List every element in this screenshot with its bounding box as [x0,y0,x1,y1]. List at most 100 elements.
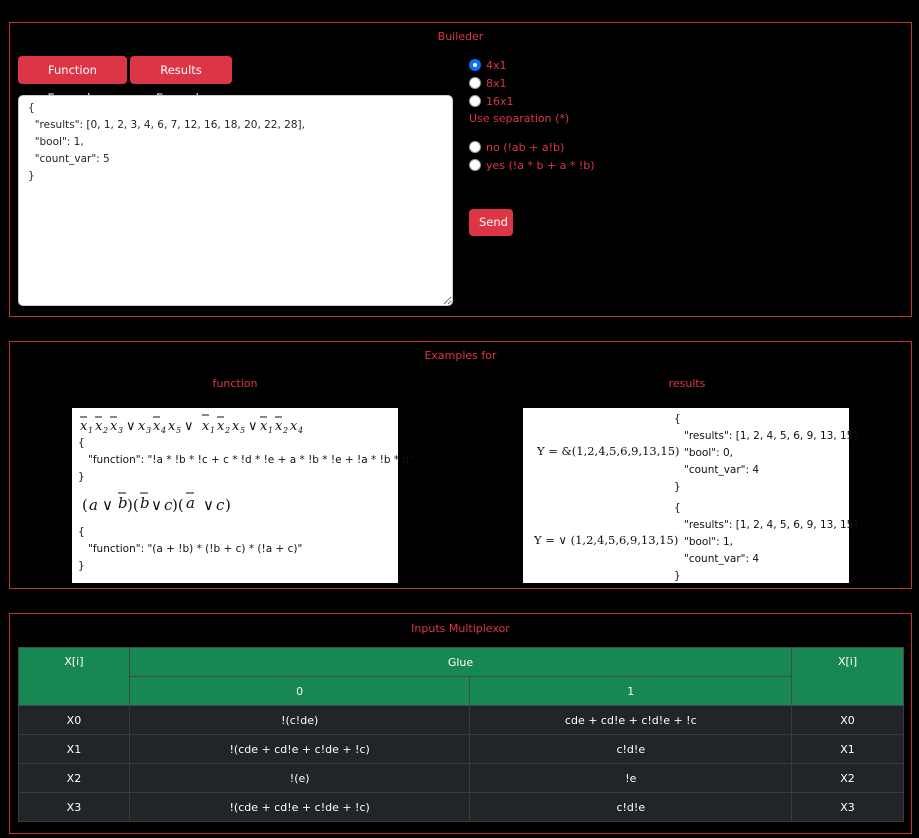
function-code-2: { "function": "(a + !b) * (!b + c) * (!a… [78,526,303,572]
svg-text:∨: ∨ [126,419,136,434]
results-code-1: { "results": [1, 2, 4, 5, 6, 9, 13, 15],… [674,413,861,493]
examples-title: Examples for [424,349,497,362]
svg-text:1: 1 [210,426,215,435]
json-editor[interactable]: { "results": [0, 1, 2, 3, 4, 6, 7, 12, 1… [18,95,453,306]
svg-text:4: 4 [297,426,303,435]
radio-16x1[interactable] [469,95,481,107]
table-cell: X0 [18,705,130,735]
function-example-button[interactable]: Function Example [18,56,127,105]
table-cell: !(c!de) [128,705,471,735]
builder-panel: Buileder Function Example Results Exampl… [9,22,912,317]
send-button[interactable]: Send [469,209,513,236]
mux-table: X[i] Glue X[i] 0 1 X0 !(c!de) cde + cd!e… [18,647,904,822]
table-cell: X0 [791,705,904,735]
svg-text:(: ( [82,496,88,514]
svg-text:x: x [153,419,161,434]
svg-text:x: x [95,419,103,434]
examples-panel: Examples for function results x1 x2 x3 ∨… [9,341,912,589]
function-formula-1: x1 x2 x3 ∨ x3 x4 x5 ∨ x1 x2 x5 ∨ x1 x2 x… [78,413,318,435]
svg-text:c: c [216,496,225,514]
separation-option-no[interactable]: no (!ab + a!b) [469,139,564,155]
table-cell: X1 [18,734,130,764]
svg-text:x: x [168,419,176,434]
svg-text:a: a [89,496,98,514]
table-cell: !(cde + cd!e + c!de + !c) [128,734,471,764]
svg-text:1: 1 [88,426,93,435]
results-example-image: Y = &(1,2,4,5,6,9,13,15) { "results": [1… [523,408,861,583]
builder-title: Buileder [437,30,484,43]
svg-text:x: x [290,419,298,434]
separation-label: Use separation (*) [469,112,570,125]
mux-title: Inputs Multiplexor [411,622,510,635]
header-xi-left: X[i] [18,647,130,706]
function-code-1: { "function": "!a * !b * !c + c * !d * !… [78,437,414,483]
header-glue: Glue [128,647,793,677]
svg-text:2: 2 [224,426,230,435]
table-row: X0 !(c!de) cde + cd!e + c!d!e + !c X0 [18,705,904,735]
svg-text:3: 3 [146,426,151,435]
svg-text:∨: ∨ [248,419,258,434]
svg-text:1: 1 [268,426,273,435]
svg-text:∨: ∨ [203,496,214,514]
results-header: results [668,377,706,390]
header-col-0: 0 [128,676,471,706]
table-cell: X2 [18,763,130,793]
svg-text:x: x [260,419,268,434]
size-option-16x1[interactable]: 16x1 [469,93,514,109]
svg-text:5: 5 [240,426,245,435]
mux-panel: Inputs Multiplexor X[i] Glue X[i] 0 1 X0… [9,613,912,834]
table-row: X2 !(e) !e X2 [18,763,904,793]
table-cell: c!d!e [469,792,793,822]
svg-text:2: 2 [102,426,108,435]
table-cell: cde + cd!e + c!d!e + !c [469,705,793,735]
svg-text:): ) [225,496,231,514]
table-cell: X1 [791,734,904,764]
svg-text:x: x [110,419,118,434]
svg-text:x: x [217,419,225,434]
svg-text:a: a [186,494,195,512]
svg-text:∨: ∨ [184,419,194,434]
header-col-1: 1 [469,676,793,706]
table-cell: !(e) [128,763,471,793]
function-formula-2-svg: (a ∨ b)( b ∨ c)( a ∨ c) [82,492,231,514]
svg-text:x: x [275,419,283,434]
svg-text:x: x [138,419,146,434]
size-option-label: 16x1 [486,94,514,108]
svg-text:2: 2 [282,426,288,435]
radio-4x1[interactable] [469,59,481,71]
function-formula-2: (a ∨ b)( b ∨ c)( a ∨ c) [80,490,240,516]
function-example-image: x1 x2 x3 ∨ x3 x4 x5 ∨ x1 x2 x5 ∨ x1 x2 x… [72,408,414,583]
radio-separation-yes[interactable] [469,159,481,171]
table-row: X3 !(cde + cd!e + c!de + !c) c!d!e X3 [18,792,904,822]
size-option-8x1[interactable]: 8x1 [469,75,507,91]
size-option-label: 8x1 [486,76,507,90]
radio-8x1[interactable] [469,77,481,89]
function-formula-1-svg: x1 x2 x3 ∨ x3 x4 x5 ∨ x1 x2 x5 ∨ x1 x2 x… [80,414,303,435]
separation-option-label: no (!ab + a!b) [486,140,565,154]
svg-text:5: 5 [176,426,181,435]
function-header: function [212,377,258,390]
svg-text:x: x [80,419,88,434]
radio-separation-no[interactable] [469,141,481,153]
svg-text:x: x [202,419,210,434]
separation-option-yes[interactable]: yes (!a * b + a * !b) [469,157,595,173]
results-formula-1: Y = &(1,2,4,5,6,9,13,15) [537,444,680,458]
svg-text:4: 4 [160,426,166,435]
table-cell: X3 [18,792,130,822]
table-cell: !(cde + cd!e + c!de + !c) [128,792,471,822]
size-option-4x1[interactable]: 4x1 [469,57,507,73]
table-cell: c!d!e [469,734,793,764]
table-row: X1 !(cde + cd!e + c!de + !c) c!d!e X1 [18,734,904,764]
size-option-label: 4x1 [486,58,507,72]
svg-text:)(: )( [172,496,184,514]
table-cell: X3 [791,792,904,822]
svg-text:∨: ∨ [151,496,162,514]
results-example-button[interactable]: Results Example [130,56,232,105]
svg-text:b: b [140,494,150,512]
svg-text:x: x [232,419,240,434]
results-formula-2: Y = ∨ (1,2,4,5,6,9,13,15) [534,533,679,547]
results-code-2: { "results": [1, 2, 4, 5, 6, 9, 13, 15],… [674,502,861,582]
separation-option-label: yes (!a * b + a * !b) [486,158,595,172]
table-cell: X2 [791,763,904,793]
svg-text:3: 3 [118,426,123,435]
